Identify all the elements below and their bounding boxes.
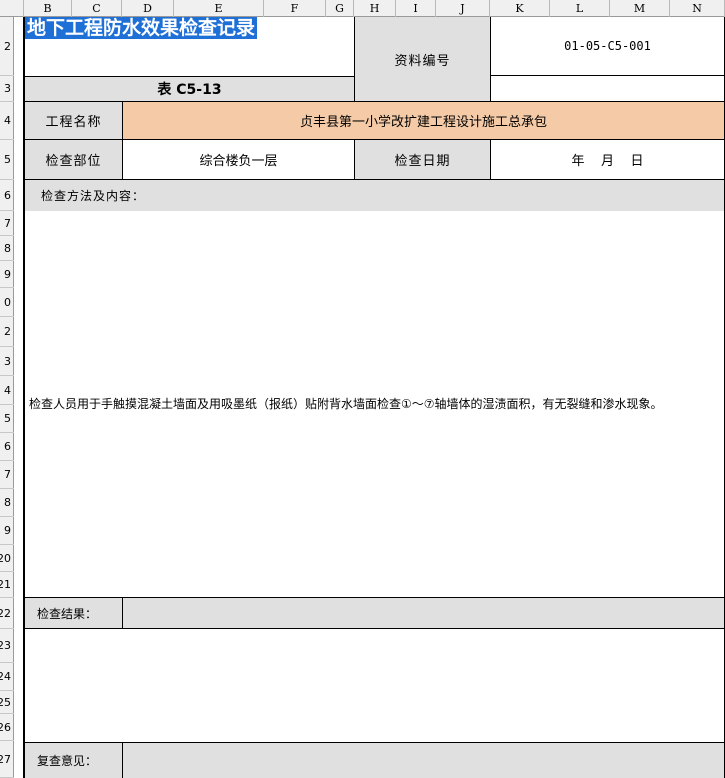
inspect-part-label-cell[interactable]: 检查部位 — [25, 140, 123, 180]
row-header[interactable]: 27 — [0, 741, 14, 778]
result-value-cell[interactable] — [123, 598, 725, 629]
column-header-g[interactable]: G — [326, 0, 354, 17]
project-name-label-cell[interactable]: 工程名称 — [25, 102, 123, 140]
column-header-n[interactable]: N — [670, 0, 725, 17]
row-header[interactable]: 0 — [0, 288, 14, 317]
table-no-cell[interactable]: 表 C5-13 — [25, 76, 355, 102]
column-header-h[interactable]: H — [354, 0, 396, 17]
column-header-m[interactable]: M — [610, 0, 670, 17]
doc-no-label: 资料编号 — [394, 53, 451, 69]
review-value-cell[interactable] — [123, 743, 725, 778]
inspect-date-label: 检查日期 — [394, 154, 451, 169]
project-name-value: 贞丰县第一小学改扩建工程设计施工总承包 — [299, 115, 547, 130]
method-label-cell[interactable]: 检查方法及内容： — [25, 180, 725, 211]
doc-no-blank-cell[interactable] — [491, 76, 725, 102]
title-cell[interactable]: 地下工程防水效果检查记录 — [25, 17, 355, 76]
row-header[interactable]: 8 — [0, 489, 14, 517]
row-header[interactable]: 3 — [0, 76, 14, 102]
row-header[interactable]: 26 — [0, 714, 14, 741]
row-header[interactable]: 2 — [0, 317, 14, 347]
row-header[interactable]: 5 — [0, 405, 14, 433]
review-label-cell[interactable]: 复查意见： — [25, 743, 123, 778]
row-header[interactable]: 3 — [0, 347, 14, 376]
result-label-cell[interactable]: 检查结果： — [25, 598, 123, 629]
column-header-k[interactable]: K — [490, 0, 550, 17]
doc-no-value: 01-05-C5-001 — [564, 39, 651, 53]
row-header[interactable]: 9 — [0, 261, 14, 288]
column-header-f[interactable]: F — [264, 0, 326, 17]
row-header[interactable]: 8 — [0, 236, 14, 261]
result-label: 检查结果： — [37, 606, 98, 621]
review-label: 复查意见： — [37, 754, 98, 768]
column-header-c[interactable]: C — [72, 0, 122, 17]
row-header-strip: 2 3 4 5 6 7 8 9 0 2 3 4 5 6 7 8 9 20 21 … — [0, 17, 14, 778]
column-header-strip: B C D E F G H I J K L M N — [0, 0, 725, 17]
row-header[interactable]: 20 — [0, 545, 14, 572]
column-header-i[interactable]: I — [396, 0, 436, 17]
row-header[interactable]: 21 — [0, 572, 14, 598]
method-content-cell[interactable]: 检查人员用于手触摸混凝土墙面及用吸墨纸（报纸）贴附背水墙面检查①～⑦轴墙体的湿渍… — [25, 211, 725, 598]
table-no: 表 C5-13 — [157, 82, 222, 98]
result-content-cell[interactable] — [25, 629, 725, 743]
column-header-d[interactable]: D — [122, 0, 174, 17]
inspect-part-value-cell[interactable]: 综合楼负一层 — [123, 140, 355, 180]
row-header[interactable]: 24 — [0, 663, 14, 691]
inspect-date-value: 年 月 日 — [571, 154, 644, 169]
inspect-part-label: 检查部位 — [45, 154, 102, 169]
row-header[interactable]: 22 — [0, 598, 14, 629]
column-header-l[interactable]: L — [550, 0, 610, 17]
method-label: 检查方法及内容： — [41, 189, 146, 203]
row-header[interactable]: 4 — [0, 102, 14, 140]
inspect-date-value-cell[interactable]: 年 月 日 — [491, 140, 725, 180]
select-all-corner[interactable] — [0, 0, 24, 17]
row-header[interactable]: 7 — [0, 211, 14, 236]
row-header[interactable]: 25 — [0, 691, 14, 714]
row-header[interactable]: 6 — [0, 433, 14, 461]
doc-no-label-cell[interactable]: 资料编号 — [355, 17, 491, 102]
column-header-b[interactable]: B — [24, 0, 72, 17]
row-header[interactable]: 4 — [0, 376, 14, 405]
inspect-part-value: 综合楼负一层 — [199, 154, 278, 169]
project-name-label: 工程名称 — [45, 115, 102, 130]
inspect-date-label-cell[interactable]: 检查日期 — [355, 140, 491, 180]
row-header[interactable]: 5 — [0, 140, 14, 180]
row-header[interactable]: 7 — [0, 461, 14, 489]
page-title: 地下工程防水效果检查记录 — [25, 17, 258, 39]
doc-no-value-cell[interactable]: 01-05-C5-001 — [491, 17, 725, 76]
column-header-j[interactable]: J — [436, 0, 490, 17]
method-content: 检查人员用于手触摸混凝土墙面及用吸墨纸（报纸）贴附背水墙面检查①～⑦轴墙体的湿渍… — [29, 397, 663, 411]
row-header[interactable]: 9 — [0, 517, 14, 545]
project-name-value-cell[interactable]: 贞丰县第一小学改扩建工程设计施工总承包 — [123, 102, 725, 140]
row-header[interactable]: 2 — [0, 17, 14, 76]
row-header[interactable]: 6 — [0, 180, 14, 211]
column-header-e[interactable]: E — [174, 0, 264, 17]
row-header[interactable]: 23 — [0, 629, 14, 663]
